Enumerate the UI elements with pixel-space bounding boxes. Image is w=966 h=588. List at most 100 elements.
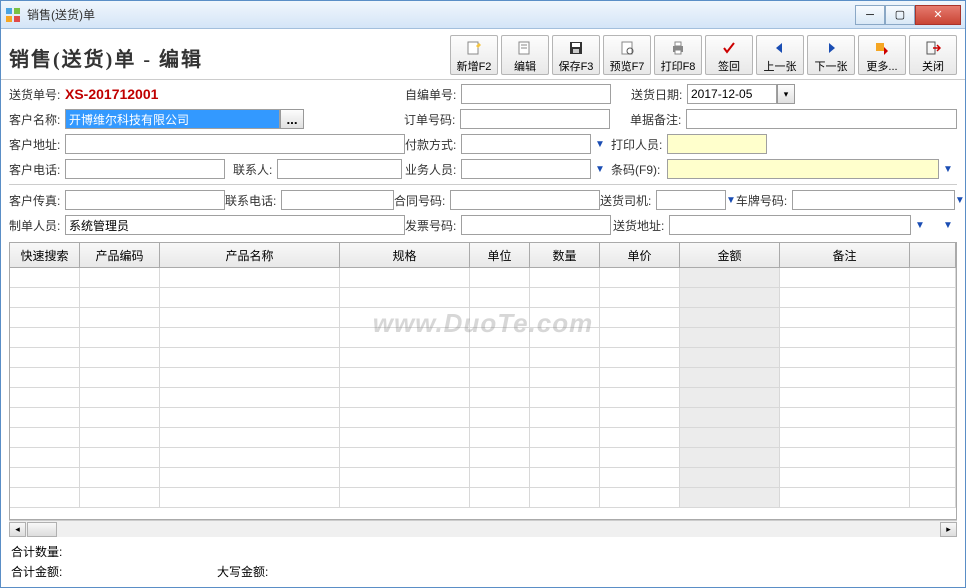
print-icon <box>670 39 686 57</box>
window-close-button[interactable]: ✕ <box>915 5 961 25</box>
save-button[interactable]: 保存F3 <box>552 35 600 75</box>
window-title: 销售(送货)单 <box>27 6 855 23</box>
column-header[interactable]: 规格 <box>340 243 470 267</box>
order-no-field[interactable] <box>65 83 305 105</box>
close-button[interactable]: 关闭 <box>909 35 957 75</box>
customer-field[interactable] <box>65 109 280 129</box>
date-field[interactable] <box>687 84 777 104</box>
driver-dropdown-icon[interactable]: ▼ <box>726 190 736 210</box>
barcode-field[interactable] <box>667 159 939 179</box>
ship-addr-field[interactable] <box>669 215 911 235</box>
page-title: 销售(送货)单 - 编辑 <box>9 35 450 72</box>
print-button[interactable]: 打印F8 <box>654 35 702 75</box>
sign-button[interactable]: 签回 <box>705 35 753 75</box>
phone-field[interactable] <box>65 159 225 179</box>
staff-dropdown-icon[interactable]: ▼ <box>591 159 609 179</box>
table-row[interactable] <box>10 288 956 308</box>
ship-addr-label: 送货地址: <box>613 217 669 234</box>
arrow-right-icon <box>823 39 839 57</box>
creator-field[interactable] <box>65 215 405 235</box>
cn-amt-label: 大写金额: <box>217 563 273 580</box>
self-no-label: 自编单号: <box>405 86 461 103</box>
plate-label: 车牌号码: <box>736 192 792 209</box>
edit-button[interactable]: 编辑 <box>501 35 549 75</box>
table-row[interactable] <box>10 268 956 288</box>
maximize-button[interactable]: ▢ <box>885 5 915 25</box>
prev-button[interactable]: 上一张 <box>756 35 804 75</box>
printer-field[interactable] <box>667 134 767 154</box>
footer: 合计数量: 合计金额: 大写金额: <box>1 537 965 587</box>
plate-field[interactable] <box>792 190 955 210</box>
order-no-label: 送货单号: <box>9 86 65 103</box>
addr-field[interactable] <box>65 134 405 154</box>
table-row[interactable] <box>10 388 956 408</box>
expand-icon[interactable]: ▼ <box>939 215 957 235</box>
staff-field[interactable] <box>461 159 591 179</box>
table-row[interactable] <box>10 328 956 348</box>
new-button[interactable]: 新增F2 <box>450 35 498 75</box>
toolbar: 新增F2 编辑 保存F3 预览F7 打印F8 签回 上一张 下一张 更多... … <box>450 35 957 75</box>
arrow-left-icon <box>772 39 788 57</box>
driver-label: 送货司机: <box>600 192 656 209</box>
scroll-left-button[interactable]: ◂ <box>9 522 26 537</box>
column-header[interactable]: 金额 <box>680 243 780 267</box>
preview-button[interactable]: 预览F7 <box>603 35 651 75</box>
contract-label: 合同号码: <box>394 192 450 209</box>
column-header[interactable]: 数量 <box>530 243 600 267</box>
column-header[interactable]: 单价 <box>600 243 680 267</box>
table-row[interactable] <box>10 308 956 328</box>
column-header[interactable]: 备注 <box>780 243 910 267</box>
form-area: 送货单号: 自编单号: 送货日期: ▾ 客户名称: ... 订单号码: 单据备注… <box>1 80 965 242</box>
column-header[interactable]: 单位 <box>470 243 530 267</box>
grid-body[interactable]: www.DuoTe.com <box>10 268 956 519</box>
titlebar: 销售(送货)单 ─ ▢ ✕ <box>1 1 965 29</box>
scroll-thumb[interactable] <box>27 522 57 537</box>
customer-lookup-button[interactable]: ... <box>280 109 304 129</box>
table-row[interactable] <box>10 408 956 428</box>
divider <box>9 184 957 185</box>
contact-phone-field[interactable] <box>281 190 394 210</box>
date-picker-button[interactable]: ▾ <box>777 84 795 104</box>
app-icon <box>5 7 21 23</box>
minimize-button[interactable]: ─ <box>855 5 885 25</box>
barcode-dropdown-icon[interactable]: ▼ <box>939 159 957 179</box>
total-qty-label: 合计数量: <box>11 543 67 560</box>
pay-label: 付款方式: <box>405 136 461 153</box>
fax-field[interactable] <box>65 190 225 210</box>
self-no-field[interactable] <box>461 84 611 104</box>
invoice-field[interactable] <box>461 215 611 235</box>
table-row[interactable] <box>10 428 956 448</box>
contact-field[interactable] <box>277 159 402 179</box>
column-header[interactable]: 产品编码 <box>80 243 160 267</box>
horizontal-scrollbar[interactable]: ◂ ▸ <box>9 520 957 537</box>
table-row[interactable] <box>10 368 956 388</box>
scroll-right-button[interactable]: ▸ <box>940 522 957 537</box>
order-code-label: 订单号码: <box>404 111 460 128</box>
remark-field[interactable] <box>686 109 957 129</box>
addr-label: 客户地址: <box>9 136 65 153</box>
table-row[interactable] <box>10 468 956 488</box>
total-amt-label: 合计金额: <box>11 563 67 580</box>
ship-addr-dropdown-icon[interactable]: ▼ <box>911 215 929 235</box>
next-button[interactable]: 下一张 <box>807 35 855 75</box>
column-header[interactable]: 快速搜索 <box>10 243 80 267</box>
contact-phone-label: 联系电话: <box>225 192 281 209</box>
date-label: 送货日期: <box>631 86 687 103</box>
table-row[interactable] <box>10 488 956 508</box>
driver-field[interactable] <box>656 190 726 210</box>
column-header[interactable]: 产品名称 <box>160 243 340 267</box>
more-button[interactable]: 更多... <box>858 35 906 75</box>
save-icon <box>568 39 584 57</box>
plate-dropdown-icon[interactable]: ▼ <box>955 190 965 210</box>
edit-icon <box>517 39 533 57</box>
contract-field[interactable] <box>450 190 600 210</box>
order-code-field[interactable] <box>460 109 610 129</box>
pay-field[interactable] <box>461 134 591 154</box>
barcode-label: 条码(F9): <box>611 161 667 178</box>
pay-dropdown-icon[interactable]: ▼ <box>591 134 609 154</box>
table-row[interactable] <box>10 448 956 468</box>
data-grid[interactable]: 快速搜索产品编码产品名称规格单位数量单价金额备注 www.DuoTe.com <box>9 242 957 520</box>
creator-label: 制单人员: <box>9 217 65 234</box>
staff-label: 业务人员: <box>405 161 461 178</box>
table-row[interactable] <box>10 348 956 368</box>
